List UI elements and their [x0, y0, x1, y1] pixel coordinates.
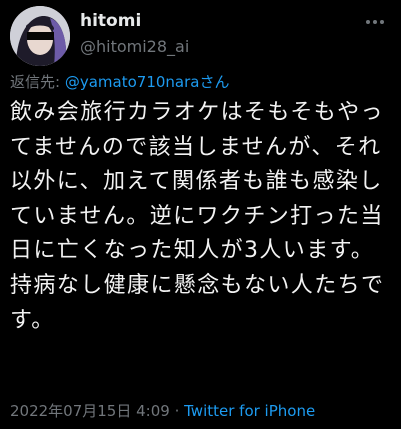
tweet-meta: 2022年07月15日 4:09 · Twitter for iPhone — [10, 400, 315, 421]
reply-prefix: 返信先: — [10, 73, 61, 91]
more-options-button[interactable] — [363, 10, 387, 34]
avatar[interactable] — [10, 6, 70, 66]
tweet: hitomi @hitomi28_ai 返信先: @yamato710naraさ… — [0, 0, 401, 429]
meta-separator: · — [169, 402, 185, 420]
ellipsis-icon — [366, 20, 384, 24]
client-link[interactable]: Twitter for iPhone — [184, 402, 315, 420]
timestamp-link[interactable]: 2022年07月15日 4:09 — [10, 402, 170, 420]
display-name[interactable]: hitomi — [80, 11, 141, 31]
reply-mention-link[interactable]: @yamato710naraさん — [65, 73, 230, 91]
profile-photo-icon — [10, 6, 70, 66]
user-handle[interactable]: @hitomi28_ai — [80, 37, 189, 56]
reply-context: 返信先: @yamato710naraさん — [10, 71, 229, 92]
tweet-text: 飲み会旅行カラオケはそもそもやってませんので該当しませんが、それ以外に、加えて関… — [10, 100, 385, 333]
